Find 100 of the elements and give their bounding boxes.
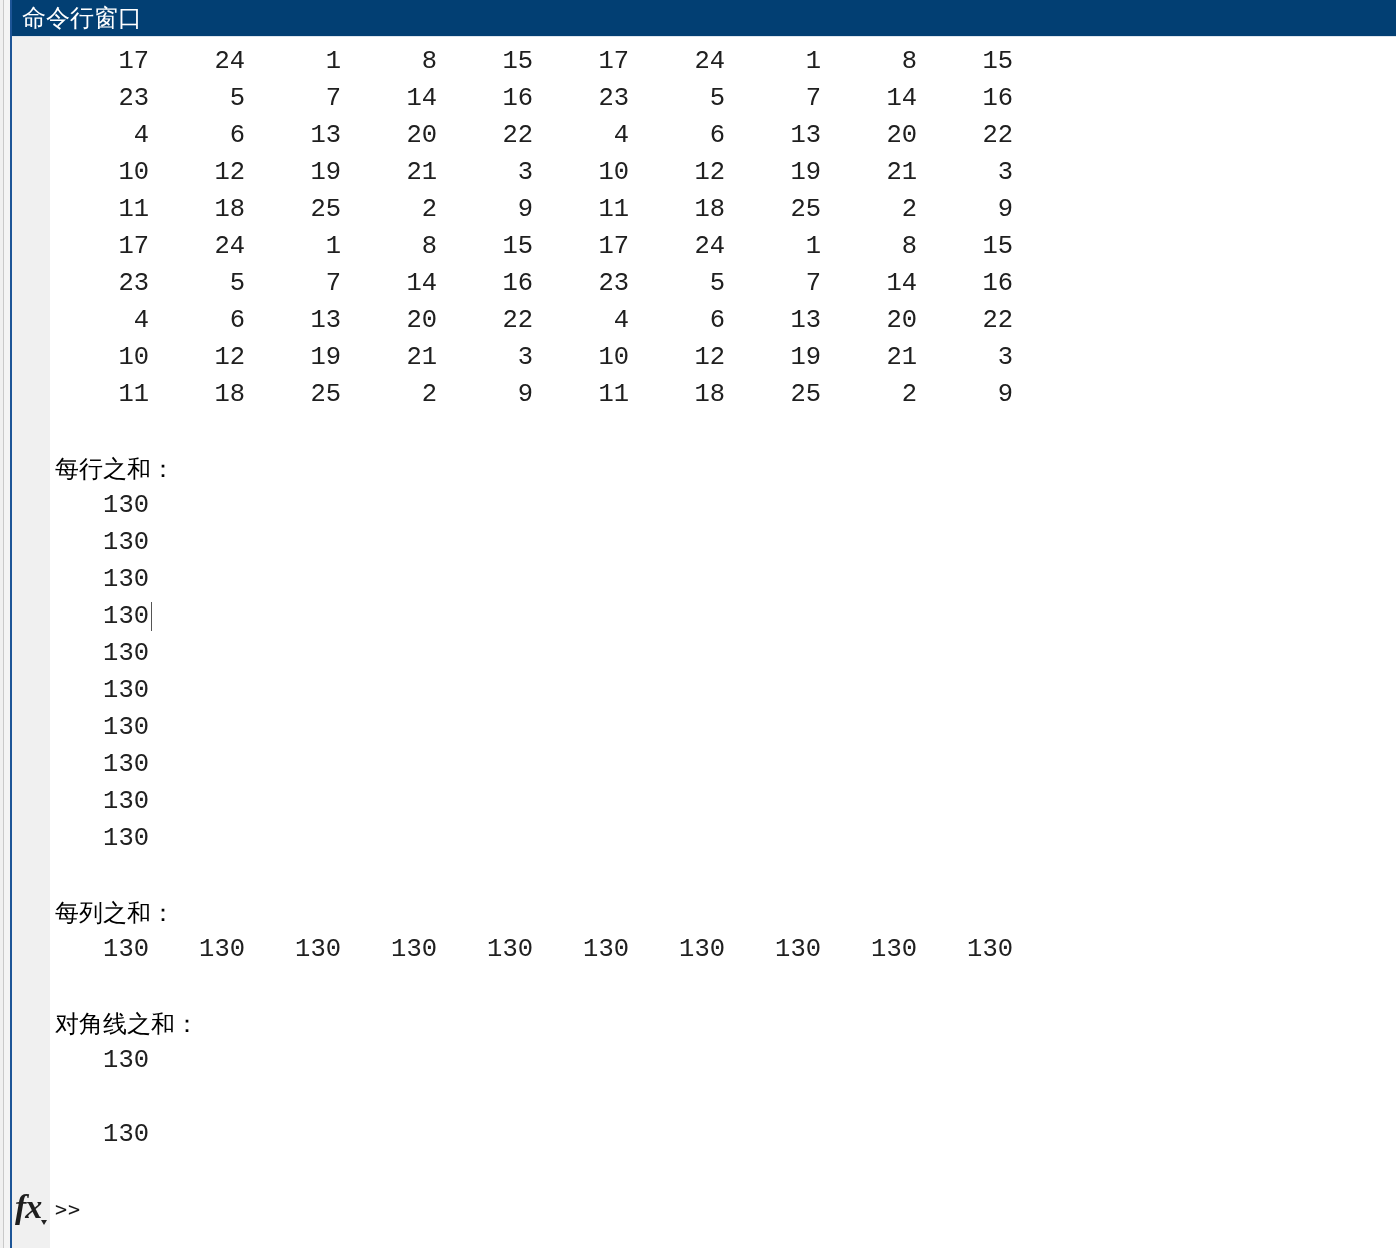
output-label: 每行之和：: [55, 453, 175, 484]
output-number: 3: [517, 157, 533, 188]
output-number: 130: [103, 1119, 149, 1150]
output-number: 15: [502, 231, 533, 262]
output-number: 22: [982, 305, 1013, 336]
output-number: 17: [118, 231, 149, 262]
output-number: 5: [229, 268, 245, 299]
output-number: 12: [694, 342, 725, 373]
output-number: 11: [598, 379, 629, 410]
output-number: 19: [790, 342, 821, 373]
output-number: 3: [997, 157, 1013, 188]
output-number: 15: [502, 46, 533, 77]
output-number: 4: [133, 120, 149, 151]
output-number: 130: [871, 934, 917, 965]
output-number: 14: [886, 83, 917, 114]
output-number: 14: [886, 268, 917, 299]
output-number: 130: [199, 934, 245, 965]
caret-icon: [41, 1220, 47, 1225]
output-number: 130: [487, 934, 533, 965]
output-number: 18: [214, 379, 245, 410]
output-number: 6: [709, 120, 725, 151]
output-number: 19: [310, 157, 341, 188]
output-number: 20: [886, 305, 917, 336]
output-number: 5: [709, 83, 725, 114]
output-number: 23: [118, 268, 149, 299]
output-number: 130: [103, 601, 149, 632]
output-number: 14: [406, 268, 437, 299]
output-number: 13: [310, 305, 341, 336]
output-number: 8: [901, 46, 917, 77]
output-number: 17: [598, 231, 629, 262]
output-label: 对角线之和：: [55, 1008, 199, 1039]
output-number: 16: [982, 268, 1013, 299]
output-number: 130: [103, 527, 149, 558]
output-number: 9: [517, 379, 533, 410]
output-number: 1: [805, 231, 821, 262]
output-number: 20: [406, 305, 437, 336]
output-number: 25: [790, 194, 821, 225]
output-number: 24: [214, 46, 245, 77]
output-number: 2: [421, 194, 437, 225]
output-number: 130: [103, 786, 149, 817]
output-number: 22: [502, 120, 533, 151]
output-number: 19: [310, 342, 341, 373]
output-number: 13: [790, 305, 821, 336]
output-number: 8: [901, 231, 917, 262]
output-number: 11: [598, 194, 629, 225]
output-number: 8: [421, 46, 437, 77]
output-number: 15: [982, 46, 1013, 77]
output-number: 13: [790, 120, 821, 151]
output-number: 13: [310, 120, 341, 151]
function-browser-button[interactable]: fx: [15, 1190, 50, 1227]
output-number: 10: [598, 157, 629, 188]
output-number: 11: [118, 194, 149, 225]
output-number: 23: [118, 83, 149, 114]
output-number: 8: [421, 231, 437, 262]
output-number: 3: [997, 342, 1013, 373]
output-number: 19: [790, 157, 821, 188]
output-number: 130: [967, 934, 1013, 965]
output-number: 21: [886, 342, 917, 373]
output-number: 5: [229, 83, 245, 114]
output-number: 24: [694, 46, 725, 77]
output-number: 22: [982, 120, 1013, 151]
output-number: 130: [103, 712, 149, 743]
output-number: 130: [103, 490, 149, 521]
output-number: 12: [214, 342, 245, 373]
output-number: 24: [694, 231, 725, 262]
output-number: 1: [325, 231, 341, 262]
output-number: 6: [229, 120, 245, 151]
output-number: 12: [214, 157, 245, 188]
output-number: 6: [229, 305, 245, 336]
output-number: 4: [613, 305, 629, 336]
output-number: 2: [421, 379, 437, 410]
output-number: 1: [805, 46, 821, 77]
window-title: 命令行窗口: [22, 4, 142, 32]
output-number: 7: [325, 268, 341, 299]
output-number: 130: [103, 1045, 149, 1076]
output-number: 21: [406, 157, 437, 188]
output-number: 21: [886, 157, 917, 188]
output-number: 130: [391, 934, 437, 965]
output-number: 16: [502, 83, 533, 114]
output-number: 18: [694, 379, 725, 410]
output-number: 9: [997, 379, 1013, 410]
output-number: 3: [517, 342, 533, 373]
output-number: 130: [103, 934, 149, 965]
output-number: 20: [886, 120, 917, 151]
output-number: 130: [775, 934, 821, 965]
output-number: 5: [709, 268, 725, 299]
output-number: 15: [982, 231, 1013, 262]
output-number: 130: [679, 934, 725, 965]
output-number: 4: [613, 120, 629, 151]
output-number: 7: [805, 83, 821, 114]
output-number: 21: [406, 342, 437, 373]
output-number: 1: [325, 46, 341, 77]
output-label: 每列之和：: [55, 897, 175, 928]
output-number: 4: [133, 305, 149, 336]
output-number: 6: [709, 305, 725, 336]
output-number: 130: [103, 823, 149, 854]
output-number: 20: [406, 120, 437, 151]
output-number: 16: [982, 83, 1013, 114]
output-number: 24: [214, 231, 245, 262]
output-number: 130: [103, 638, 149, 669]
